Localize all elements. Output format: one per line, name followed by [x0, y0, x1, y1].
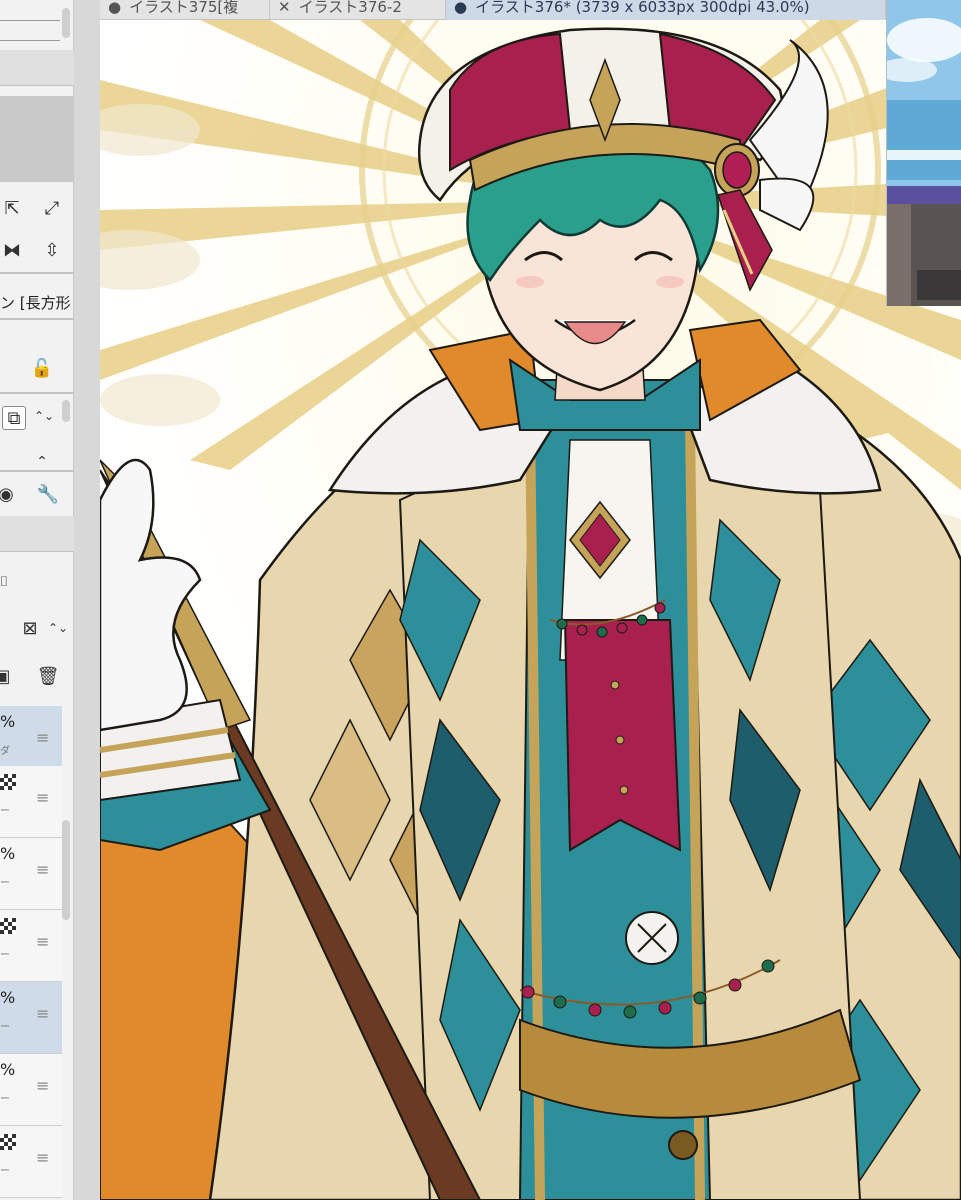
- layer-name: ー: [0, 950, 10, 961]
- layer-name: ー: [0, 806, 10, 817]
- layer-name: ー: [0, 878, 10, 889]
- layer-opacity: %: [0, 1060, 16, 1079]
- layer-name: ー: [0, 1022, 10, 1033]
- view-icon[interactable]: ◉: [0, 482, 18, 506]
- layer-opacity: %: [0, 712, 16, 731]
- close-tab-icon[interactable]: ✕: [278, 0, 291, 16]
- lock-icon[interactable]: 🔓: [30, 356, 54, 380]
- layer-row[interactable]: ー ≡: [0, 910, 62, 982]
- flip-horizontal-icon[interactable]: ⧓: [0, 238, 24, 262]
- left-tool-panel: ⇱ ⤢ ⧓ ⇳ ン [長方形 🔓 ⧉ ⌃⌄ ⌃ ◉ 🔧 ⌷ ⊠ ⌃⌄ ▣ 🗑 %…: [0, 0, 74, 1200]
- flip-vertical-icon[interactable]: ⇳: [40, 238, 64, 262]
- drag-handle-icon[interactable]: ≡: [36, 1004, 49, 1023]
- divider: [0, 20, 60, 21]
- tab-label: イラスト376-2: [298, 0, 402, 16]
- divider: [0, 40, 60, 41]
- layer-row[interactable]: ー ≡: [0, 766, 62, 838]
- layer-row[interactable]: % ー ≡: [0, 1054, 62, 1126]
- drag-handle-icon[interactable]: ≡: [36, 728, 49, 747]
- rotate-icon[interactable]: ⇱: [0, 196, 24, 220]
- divider: [0, 392, 74, 394]
- unsaved-dot-icon: ●: [454, 0, 468, 16]
- layer-thumbnail: [0, 918, 16, 934]
- reference-preview-thumbnail[interactable]: [886, 0, 961, 306]
- layer-opacity: %: [0, 844, 16, 863]
- divider: [0, 470, 74, 472]
- tab-document-3[interactable]: ● イラスト376* (3739 x 6033px 300dpi 43.0%): [446, 0, 886, 20]
- layer-row[interactable]: ー ≡: [0, 1126, 62, 1198]
- wrench-icon[interactable]: 🔧: [36, 482, 60, 506]
- document-tab-bar: ● イラスト375[複 ✕ イラスト376-2 ● イラスト376* (3739 x …: [100, 0, 886, 20]
- new-layer-icon[interactable]: ▣: [0, 664, 14, 688]
- stepper-icon[interactable]: ⌃⌄: [32, 404, 56, 428]
- stepper-icon[interactable]: ⌃⌄: [46, 616, 70, 640]
- tab-label: イラスト375[複: [129, 0, 239, 16]
- drag-handle-icon[interactable]: ≡: [36, 860, 49, 879]
- drag-handle-icon[interactable]: ≡: [36, 788, 49, 807]
- layer-thumbnail: [0, 774, 16, 790]
- layer-thumbnail: [0, 1134, 16, 1150]
- tab-document-2[interactable]: ✕ イラスト376-2: [270, 0, 446, 20]
- panel-scrollbar[interactable]: [62, 400, 70, 422]
- panel-scrollbar[interactable]: [62, 8, 70, 38]
- tab-label: イラスト376* (3739 x 6033px 300dpi 43.0%): [475, 0, 810, 16]
- color-preview-area: [0, 96, 74, 182]
- layer-row[interactable]: % ー ≡: [0, 982, 62, 1054]
- reference-image: [887, 0, 961, 306]
- drag-handle-icon[interactable]: ≡: [36, 1076, 49, 1095]
- layer-list-scrollbar[interactable]: [62, 820, 70, 920]
- drag-handle-icon[interactable]: ≡: [36, 1148, 49, 1167]
- layer-name: ー: [0, 1166, 10, 1177]
- drawing-canvas[interactable]: [100, 20, 961, 1200]
- unsaved-dot-icon: ●: [108, 0, 122, 16]
- layer-opacity: %: [0, 988, 16, 1007]
- drag-handle-icon[interactable]: ≡: [36, 932, 49, 951]
- divider: [0, 318, 74, 320]
- blend-mode-icon[interactable]: ⧉: [2, 406, 26, 430]
- layer-row[interactable]: % ー ≡: [0, 838, 62, 910]
- trash-icon[interactable]: 🗑: [36, 664, 60, 688]
- panel-header: [0, 50, 74, 86]
- scale-icon[interactable]: ⤢: [40, 196, 64, 220]
- tab-document-1[interactable]: ● イラスト375[複: [100, 0, 270, 20]
- divider: [0, 272, 74, 274]
- bracket-icon: ⌷: [0, 574, 9, 590]
- layer-name: ダ: [0, 746, 10, 757]
- app-window: ⇱ ⤢ ⧓ ⇳ ン [長方形 🔓 ⧉ ⌃⌄ ⌃ ◉ 🔧 ⌷ ⊠ ⌃⌄ ▣ 🗑 %…: [0, 0, 961, 1200]
- shape-label: ン [長方形: [0, 294, 71, 312]
- layer-name: ー: [0, 1094, 10, 1105]
- layer-panel-header: [0, 516, 74, 552]
- mask-icon[interactable]: ⊠: [18, 616, 42, 640]
- illustration: [100, 20, 961, 1200]
